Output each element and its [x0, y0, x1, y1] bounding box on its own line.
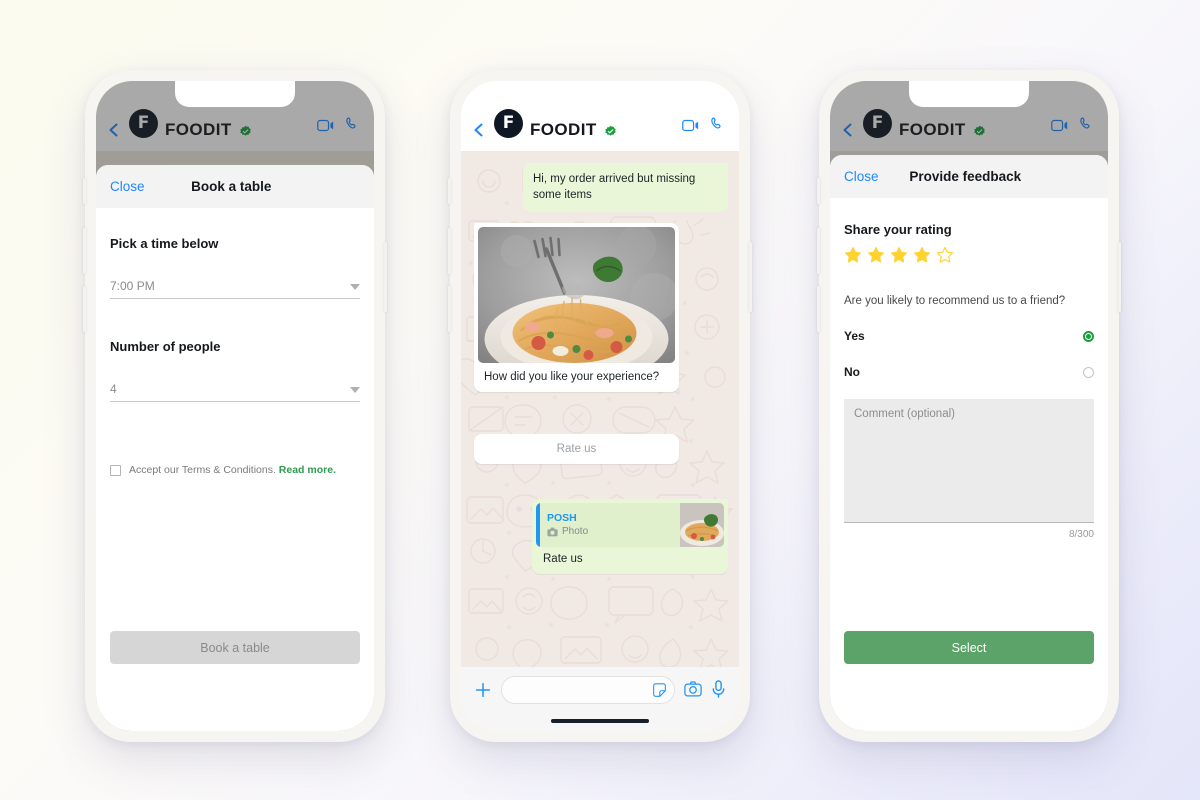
phone1-volume-down-button[interactable] [83, 286, 86, 332]
voice-call-icon[interactable] [709, 116, 726, 138]
card-caption: How did you like your experience? [484, 371, 660, 383]
chevron-down-icon [350, 387, 360, 393]
phone2-mute-switch[interactable] [448, 178, 451, 204]
phone3-volume-up-button[interactable] [817, 228, 820, 274]
star-rating[interactable] [844, 246, 1094, 269]
star-icon[interactable] [844, 246, 862, 269]
terms-row[interactable]: Accept our Terms & Conditions. Read more… [110, 464, 360, 476]
phone1-volume-up-button[interactable] [83, 228, 86, 274]
phone2-volume-down-button[interactable] [448, 286, 451, 332]
quoted-message[interactable]: POSH Photo [536, 503, 724, 547]
terms-text: Accept our Terms & Conditions. Read more… [129, 464, 336, 476]
phone3-power-button[interactable] [1118, 242, 1121, 312]
page-title: FOODIT [530, 120, 597, 139]
chevron-down-icon [350, 284, 360, 290]
reply-message-bubble[interactable]: POSH Photo Rate us [532, 499, 728, 574]
time-select-value: 7:00 PM [110, 279, 155, 293]
sticker-icon [653, 682, 666, 697]
phone3-notch [909, 81, 1029, 107]
verified-badge-icon [604, 125, 617, 138]
quote-text: POSH Photo [540, 503, 680, 547]
phone1-mute-switch[interactable] [83, 178, 86, 204]
phone1-notch [175, 81, 295, 107]
phone3-volume-down-button[interactable] [817, 286, 820, 332]
chat-message-list[interactable]: Hi, my order arrived but missing some it… [461, 151, 739, 667]
camera-icon [547, 527, 558, 536]
people-select-value: 4 [110, 382, 117, 396]
phone-chat: F FOODIT Hi, my order arrived but missin… [448, 70, 752, 742]
sheet-title: Book a table [191, 179, 272, 194]
phone2-volume-up-button[interactable] [448, 228, 451, 274]
comment-textarea[interactable]: Comment (optional) [844, 399, 1094, 523]
book-a-table-sheet: Close Book a table Pick a time below 7:0… [96, 165, 374, 731]
radio-option-no-label: No [844, 365, 860, 379]
incoming-media-card[interactable]: How did you like your experience? [474, 223, 679, 392]
people-select[interactable]: 4 [110, 382, 360, 402]
book-a-table-form: Pick a time below 7:00 PM Number of peop… [96, 208, 374, 731]
radio-option-yes[interactable]: Yes [844, 329, 1094, 343]
camera-icon[interactable] [684, 680, 702, 703]
terms-label: Accept our Terms & Conditions. [129, 464, 276, 476]
phone1-power-button[interactable] [384, 242, 387, 312]
phone3-screen: F FOODIT Close Provide feedback Share yo… [830, 81, 1108, 731]
outgoing-message-bubble[interactable]: Hi, my order arrived but missing some it… [523, 163, 728, 212]
star-icon[interactable] [913, 246, 931, 269]
share-your-rating-label: Share your rating [844, 222, 952, 237]
phone-book-a-table: F FOODIT Hi, my order arrived but missin… [83, 70, 387, 742]
phone1-screen: F FOODIT Hi, my order arrived but missin… [96, 81, 374, 731]
quote-subtitle: Photo [547, 526, 673, 537]
radio-option-yes-label: Yes [844, 329, 865, 343]
phone3-mute-switch[interactable] [817, 178, 820, 204]
number-of-people-label: Number of people [110, 339, 221, 354]
phone-provide-feedback: F FOODIT Close Provide feedback Share yo… [817, 70, 1121, 742]
video-call-icon[interactable] [682, 118, 702, 138]
read-more-link[interactable]: Read more. [279, 464, 336, 476]
quote-subtitle-label: Photo [562, 526, 589, 537]
quote-thumbnail [680, 503, 724, 547]
plus-icon[interactable] [474, 681, 492, 704]
character-counter: 8/300 [1068, 529, 1094, 540]
radio-button-unselected[interactable] [1083, 366, 1094, 378]
phone2-notch [540, 81, 660, 107]
star-icon[interactable] [867, 246, 885, 269]
sheet-title: Provide feedback [909, 169, 1022, 184]
radio-option-no[interactable]: No [844, 365, 1094, 379]
sheet-header: Close Provide feedback [830, 155, 1108, 198]
close-button[interactable]: Close [110, 179, 145, 194]
back-chevron-icon[interactable] [471, 122, 487, 138]
close-button[interactable]: Close [844, 169, 879, 184]
select-button[interactable]: Select [844, 631, 1094, 664]
quote-author: POSH [547, 512, 577, 524]
phone2-screen: F FOODIT Hi, my order arrived but missin… [461, 81, 739, 731]
phone2-power-button[interactable] [749, 242, 752, 312]
terms-checkbox[interactable] [110, 464, 121, 476]
pick-a-time-label: Pick a time below [110, 236, 219, 251]
comment-placeholder: Comment (optional) [854, 408, 955, 420]
book-a-table-button[interactable]: Book a table [110, 631, 360, 664]
provide-feedback-sheet: Close Provide feedback Share your rating… [830, 155, 1108, 731]
pasta-photo[interactable] [478, 227, 675, 363]
sheet-header: Close Book a table [96, 165, 374, 208]
time-select[interactable]: 7:00 PM [110, 279, 360, 299]
feedback-form: Share your rating Are you likely to reco… [830, 198, 1108, 731]
message-input[interactable] [501, 676, 675, 704]
star-icon-empty[interactable] [936, 246, 954, 269]
star-icon[interactable] [890, 246, 908, 269]
recommend-question: Are you likely to recommend us to a frie… [844, 295, 1066, 307]
avatar-letter: F [502, 113, 515, 133]
home-indicator[interactable] [551, 719, 649, 723]
microphone-icon[interactable] [711, 680, 726, 703]
radio-button-selected[interactable] [1083, 330, 1094, 342]
reply-message-text: Rate us [543, 553, 583, 565]
avatar[interactable]: F [494, 109, 523, 138]
rate-us-card-button[interactable]: Rate us [474, 434, 679, 464]
